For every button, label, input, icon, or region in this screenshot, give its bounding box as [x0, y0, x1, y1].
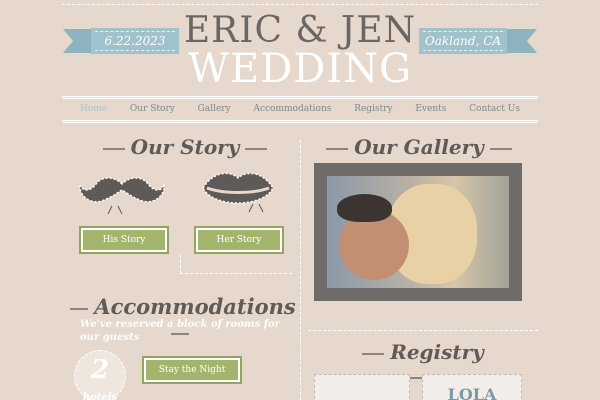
lips-icon: [202, 172, 274, 213]
gallery-photo-frame[interactable]: [314, 163, 522, 301]
nav-bottom-line: [62, 120, 538, 121]
site-title-wedding: WEDDING: [187, 46, 413, 92]
hotel-count-label: hotels: [82, 392, 118, 400]
top-divider: [62, 4, 538, 5]
gallery-photo[interactable]: [327, 176, 509, 288]
main-nav: Home Our Story Gallery Accommodations Re…: [62, 100, 538, 118]
nav-top-line: [62, 96, 538, 97]
accommodations-text: We've reserved a block of rooms for our …: [80, 319, 280, 343]
nav-top-line-2: [62, 98, 538, 99]
registry-card[interactable]: [314, 374, 410, 400]
nav-gallery[interactable]: Gallery: [198, 100, 231, 118]
column-divider: [300, 140, 301, 400]
registry-card[interactable]: LOLA: [422, 374, 522, 400]
nav-home[interactable]: Home: [80, 100, 107, 118]
nav-registry[interactable]: Registry: [354, 100, 392, 118]
her-story-button[interactable]: Her Story: [194, 226, 284, 254]
moustache-icon: [79, 177, 165, 214]
divider: [180, 273, 292, 274]
stay-the-night-button[interactable]: Stay the Night: [142, 356, 242, 384]
his-story-button[interactable]: His Story: [79, 226, 169, 254]
divider: [308, 330, 538, 331]
hotel-count-badge: 2 hotels: [74, 350, 126, 400]
our-story-heading: Our Story: [80, 135, 290, 159]
hotel-count: 2: [90, 355, 110, 385]
divider: [180, 255, 181, 273]
nav-our-story[interactable]: Our Story: [130, 100, 175, 118]
nav-bottom-line-2: [62, 122, 538, 123]
nav-contact-us[interactable]: Contact Us: [469, 100, 520, 118]
our-gallery-heading: Our Gallery: [314, 135, 524, 159]
nav-accommodations[interactable]: Accommodations: [253, 100, 331, 118]
site-title-names: ERIC & JEN: [183, 10, 417, 51]
nav-events[interactable]: Events: [415, 100, 446, 118]
